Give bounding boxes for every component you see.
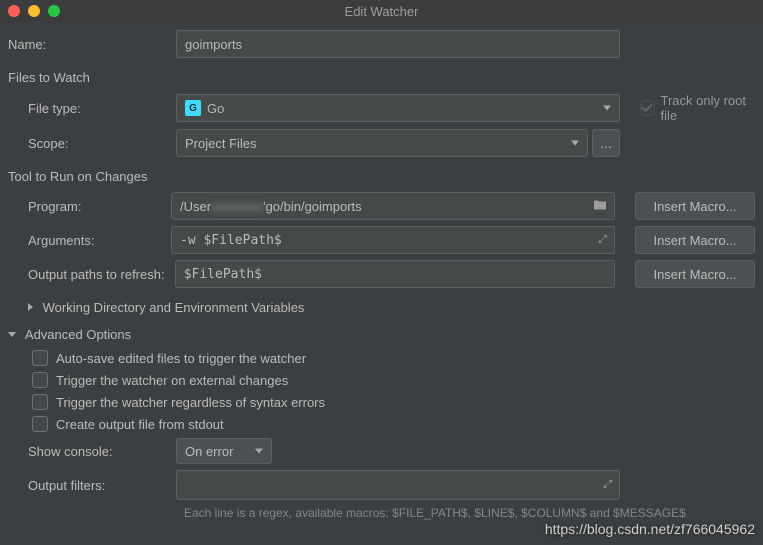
auto-save-label: Auto-save edited files to trigger the wa… <box>56 351 306 366</box>
watermark: https://blog.csdn.net/zf766045962 <box>545 521 755 537</box>
section-files-to-watch: Files to Watch <box>8 70 755 85</box>
form: Name: Files to Watch File type: G Go Tra… <box>0 22 763 520</box>
program-label: Program: <box>8 199 171 214</box>
external-changes-checkbox[interactable] <box>32 372 48 388</box>
insert-macro-program-button[interactable]: Insert Macro... <box>635 192 755 220</box>
file-type-select[interactable]: G Go <box>176 94 620 122</box>
name-label: Name: <box>8 37 176 52</box>
show-console-label: Show console: <box>8 444 176 459</box>
checkbox-icon <box>640 100 655 116</box>
chevron-down-icon <box>571 141 579 146</box>
go-icon: G <box>185 100 201 116</box>
chevron-down-icon <box>255 449 263 454</box>
track-only-root-checkbox[interactable]: Track only root file <box>640 93 755 123</box>
advanced-options-toggle[interactable]: Advanced Options <box>8 327 755 342</box>
arguments-label: Arguments: <box>8 233 171 248</box>
file-type-value: Go <box>207 101 224 116</box>
insert-macro-arguments-button[interactable]: Insert Macro... <box>635 226 755 254</box>
working-dir-env-toggle[interactable]: Working Directory and Environment Variab… <box>8 300 755 315</box>
regardless-syntax-label: Trigger the watcher regardless of syntax… <box>56 395 325 410</box>
folder-icon[interactable] <box>593 199 607 214</box>
auto-save-checkbox[interactable] <box>32 350 48 366</box>
scope-label: Scope: <box>8 136 176 151</box>
program-input[interactable]: /User xxxxxxxx 'go/bin/goimports <box>171 192 615 220</box>
arguments-input[interactable] <box>171 226 615 254</box>
chevron-down-icon <box>603 106 611 111</box>
name-input[interactable] <box>176 30 620 58</box>
insert-macro-output-button[interactable]: Insert Macro... <box>635 260 755 288</box>
create-output-stdout-checkbox[interactable] <box>32 416 48 432</box>
window-title: Edit Watcher <box>0 4 763 19</box>
file-type-label: File type: <box>8 101 176 116</box>
output-paths-input[interactable] <box>175 260 615 288</box>
expand-icon[interactable]: ⤢ <box>603 479 612 492</box>
regardless-syntax-checkbox[interactable] <box>32 394 48 410</box>
titlebar: Edit Watcher <box>0 0 763 22</box>
external-changes-label: Trigger the watcher on external changes <box>56 373 288 388</box>
scope-select[interactable]: Project Files <box>176 129 588 157</box>
section-tool-to-run: Tool to Run on Changes <box>8 169 755 184</box>
create-output-stdout-label: Create output file from stdout <box>56 417 224 432</box>
track-only-root-label: Track only root file <box>661 93 755 123</box>
output-paths-label: Output paths to refresh: <box>8 267 175 282</box>
scope-value: Project Files <box>185 136 257 151</box>
output-filters-hint: Each line is a regex, available macros: … <box>8 506 755 520</box>
output-filters-label: Output filters: <box>8 478 176 493</box>
expand-icon[interactable]: ⤢ <box>598 234 607 247</box>
show-console-select[interactable]: On error <box>176 438 272 464</box>
scope-browse-button[interactable]: ... <box>592 129 620 157</box>
show-console-value: On error <box>185 444 233 459</box>
output-filters-input[interactable] <box>176 470 620 500</box>
